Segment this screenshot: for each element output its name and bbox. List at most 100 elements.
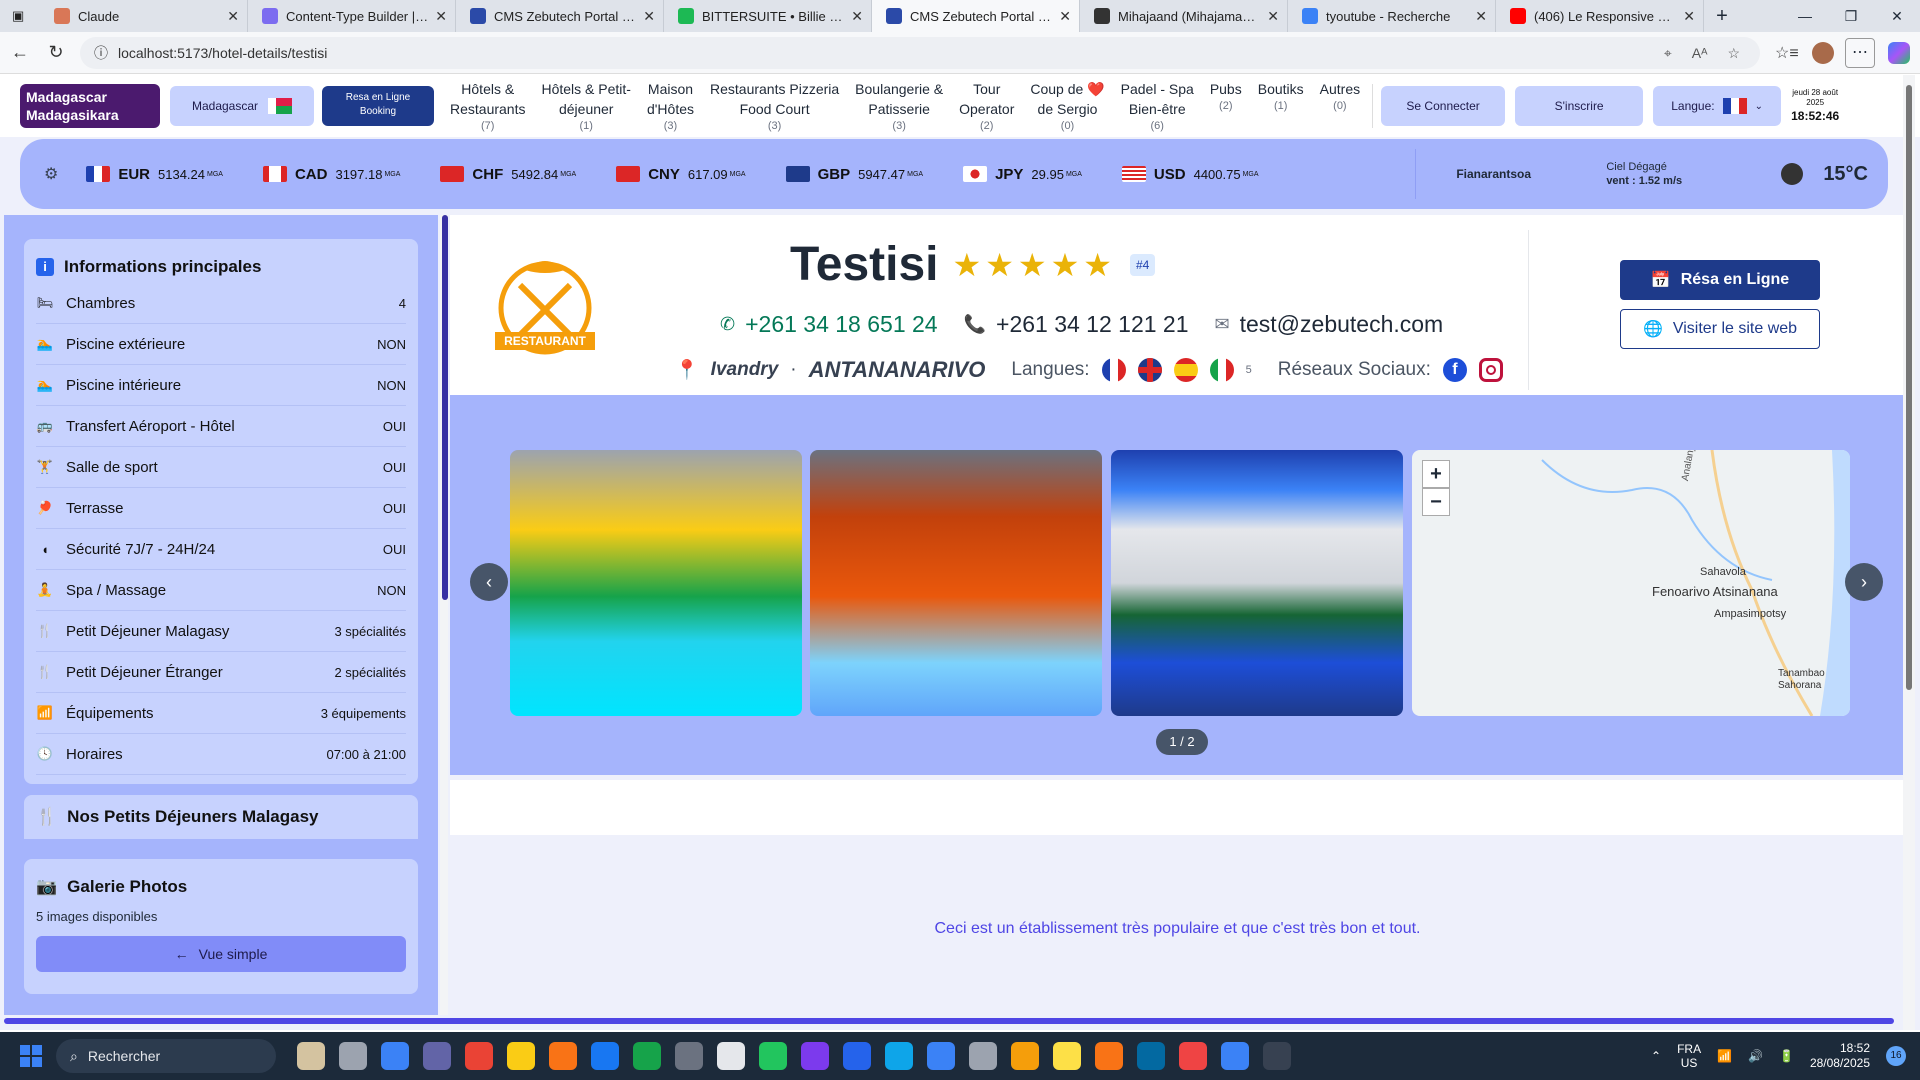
site-info-icon[interactable]: ⓘ <box>94 43 108 63</box>
zoom-out-button[interactable]: − <box>1422 488 1450 516</box>
whatsapp-contact[interactable]: ✆ +261 34 18 651 24 <box>720 311 938 338</box>
sidebar-scrollbar-thumb[interactable] <box>442 215 448 600</box>
close-tab-icon[interactable]: ✕ <box>435 8 447 25</box>
sublime-icon[interactable] <box>1095 1042 1123 1070</box>
gear-icon[interactable]: ⚙ <box>44 164 58 184</box>
menu-item[interactable]: Tour Operator (2) <box>951 79 1022 133</box>
maximize-button[interactable]: ❐ <box>1828 0 1874 32</box>
record-icon[interactable] <box>1179 1042 1207 1070</box>
simple-view-button[interactable]: ← Vue simple <box>36 936 406 972</box>
login-button[interactable]: Se Connecter <box>1381 86 1506 126</box>
close-tab-icon[interactable]: ✕ <box>1683 8 1695 25</box>
volume-icon[interactable]: 🔊 <box>1748 1049 1763 1063</box>
outlook-icon[interactable] <box>1137 1042 1165 1070</box>
close-window-button[interactable]: ✕ <box>1874 0 1920 32</box>
clock[interactable]: 18:52 28/08/2025 <box>1810 1041 1870 1071</box>
notification-badge[interactable]: 16 <box>1886 1046 1906 1066</box>
horizontal-scrollbar[interactable] <box>4 1018 1894 1024</box>
phone-contact[interactable]: 📞 +261 34 12 121 21 <box>964 311 1189 338</box>
chatgpt-icon[interactable] <box>717 1042 745 1070</box>
bird-icon[interactable] <box>297 1042 325 1070</box>
search-app-icon[interactable] <box>549 1042 577 1070</box>
menu-item[interactable]: Boutiks (1) <box>1250 79 1312 133</box>
menu-item[interactable]: Autres (0) <box>1312 79 1368 133</box>
task-view-icon[interactable] <box>339 1042 367 1070</box>
page-scrollbar-thumb[interactable] <box>1906 85 1912 690</box>
new-tab-button[interactable]: + <box>1704 5 1740 28</box>
email-contact[interactable]: ✉ test@zebutech.com <box>1215 311 1444 338</box>
country-selector[interactable]: Madagascar <box>170 86 314 126</box>
resa-booking-button[interactable]: Resa en Ligne Booking <box>322 86 434 126</box>
todo-icon[interactable] <box>1221 1042 1249 1070</box>
book-online-button[interactable]: 📅 Résa en Ligne <box>1620 260 1820 300</box>
menu-item[interactable]: Hôtels & Restaurants (7) <box>442 79 533 133</box>
taskbar-search[interactable]: ⌕ Rechercher <box>56 1039 276 1073</box>
chrome-icon[interactable] <box>465 1042 493 1070</box>
back-button[interactable]: ← <box>2 42 38 63</box>
close-tab-icon[interactable]: ✕ <box>1267 8 1279 25</box>
menu-dots-button[interactable]: ⋯ <box>1845 37 1875 68</box>
menu-item[interactable]: Pubs (2) <box>1202 79 1250 133</box>
browser-tab[interactable]: Content-Type Builder | Strap✕ <box>248 0 456 32</box>
zoom-in-button[interactable]: + <box>1422 460 1450 488</box>
menu-item[interactable]: Padel - Spa Bien-être (6) <box>1113 79 1202 133</box>
browser-tab[interactable]: (406) Le Responsive avec Ta✕ <box>1496 0 1704 32</box>
app-icon[interactable] <box>801 1042 829 1070</box>
page-scrollbar[interactable] <box>1903 75 1915 1030</box>
menu-item[interactable]: Coup de ❤️ de Sergio (0) <box>1022 79 1112 133</box>
language-indicator[interactable]: FRA US <box>1677 1042 1701 1070</box>
reload-button[interactable]: ↻ <box>38 42 74 63</box>
close-tab-icon[interactable]: ✕ <box>643 8 655 25</box>
file-explorer-icon[interactable] <box>507 1042 535 1070</box>
browser-tab[interactable]: Mihajaand (Mihajamahefa A✕ <box>1080 0 1288 32</box>
browser-tab[interactable]: Claude ✕ <box>40 0 248 32</box>
close-tab-icon[interactable]: ✕ <box>1475 8 1487 25</box>
gallery-photo-orange-hotel[interactable] <box>810 450 1102 716</box>
edge-icon[interactable] <box>885 1042 913 1070</box>
read-aloud-icon[interactable]: Aᴬ <box>1692 45 1708 62</box>
close-tab-icon[interactable]: ✕ <box>227 8 239 25</box>
chevron-up-icon[interactable]: ⌃ <box>1651 1049 1661 1063</box>
tab-actions-button[interactable]: ▣ <box>0 0 40 32</box>
instagram-icon[interactable] <box>1478 358 1503 382</box>
favorites-icon[interactable]: ☆≡ <box>1775 43 1799 63</box>
location-map[interactable]: + − Sahavola Fenoarivo Atsinanana Ampasi… <box>1412 450 1850 716</box>
facebook-icon[interactable]: f <box>1442 358 1467 382</box>
app-icon[interactable] <box>1053 1042 1081 1070</box>
settings-icon[interactable] <box>969 1042 997 1070</box>
gallery-photo-pool-yellow[interactable] <box>510 450 802 716</box>
signup-button[interactable]: S'inscrire <box>1515 86 1644 126</box>
close-tab-icon[interactable]: ✕ <box>1059 8 1071 25</box>
profile-avatar[interactable] <box>1812 41 1834 64</box>
favorite-star-icon[interactable]: ☆ <box>1727 45 1740 62</box>
browser-tab[interactable]: CMS Zebutech Portal Webs✕ <box>872 0 1080 32</box>
menu-item[interactable]: Restaurants Pizzeria Food Court (3) <box>702 79 847 133</box>
carousel-next-button[interactable]: › <box>1845 563 1883 601</box>
battery-icon[interactable]: 🔋 <box>1779 1049 1794 1063</box>
menu-item[interactable]: Boulangerie & Patisserie (3) <box>847 79 951 133</box>
vscode-icon[interactable] <box>843 1042 871 1070</box>
browser-tab[interactable]: BITTERSUITE • Billie Eilish ✕ <box>664 0 872 32</box>
app-icon[interactable] <box>633 1042 661 1070</box>
close-tab-icon[interactable]: ✕ <box>851 8 863 25</box>
url-field[interactable]: ⓘ localhost:5173/hotel-details/testisi ⌖… <box>80 37 1760 69</box>
browser-tab[interactable]: CMS Zebutech Portal Webs✕ <box>456 0 664 32</box>
minimize-button[interactable]: — <box>1782 0 1828 32</box>
menu-item[interactable]: Maison d'Hôtes (3) <box>639 79 702 133</box>
copilot-icon[interactable] <box>1888 41 1910 64</box>
app-icon[interactable] <box>675 1042 703 1070</box>
carousel-prev-button[interactable]: ‹ <box>470 563 508 601</box>
teams-icon[interactable] <box>423 1042 451 1070</box>
app-icon[interactable] <box>1011 1042 1039 1070</box>
wifi-icon[interactable]: 📶 <box>1717 1049 1732 1063</box>
store-icon[interactable] <box>927 1042 955 1070</box>
terminal-icon[interactable] <box>1263 1042 1291 1070</box>
whatsapp-app-icon[interactable] <box>759 1042 787 1070</box>
facebook-app-icon[interactable] <box>591 1042 619 1070</box>
visit-website-button[interactable]: 🌐 Visiter le site web <box>1620 309 1820 349</box>
location-icon[interactable]: ⌖ <box>1664 45 1672 62</box>
language-selector[interactable]: Langue: ⌄ <box>1653 86 1782 126</box>
menu-item[interactable]: Hôtels & Petit-déjeuner (1) <box>533 79 638 133</box>
gallery-photo-resort-pool[interactable] <box>1111 450 1403 716</box>
widgets-icon[interactable] <box>381 1042 409 1070</box>
